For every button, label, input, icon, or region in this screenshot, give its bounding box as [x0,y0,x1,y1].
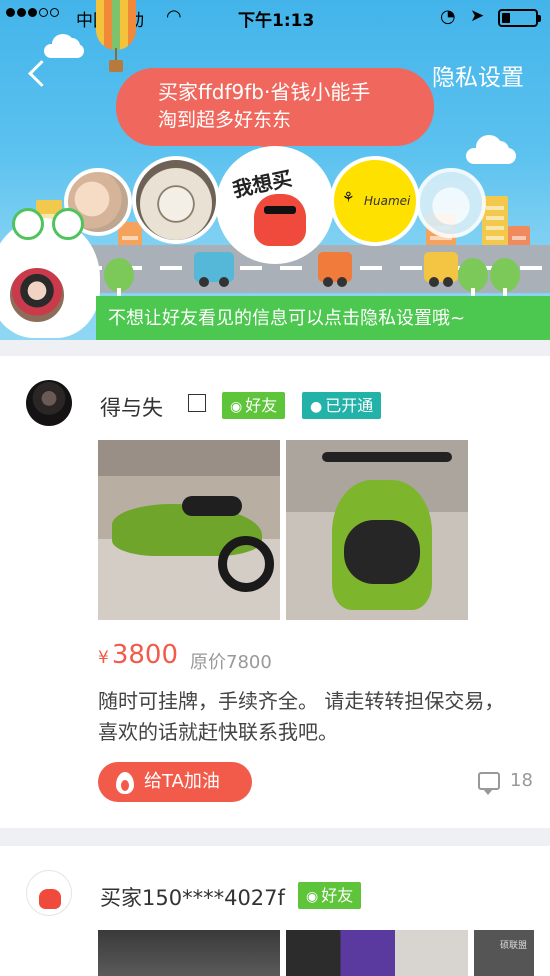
battery-icon [498,9,541,27]
bubble-subtitle: 淘到超多好东东 [158,109,292,131]
interest-avatar-wantbuy[interactable]: 我想买 [216,146,334,264]
wechat-icon: ◉ [230,399,243,415]
friend-badge-label: 好友 [321,886,354,905]
checkbox-icon [188,394,206,412]
listing-photo[interactable] [98,440,280,620]
signal-strength-icon [6,8,59,17]
listing-photo[interactable] [286,930,468,976]
flame-icon [116,772,134,794]
brand-mark-icon: ⚘ [342,190,355,206]
photo-watermark: 硕联盟 [500,941,528,951]
friend-badge-label: 好友 [245,396,278,415]
listing-card[interactable]: 得与失 ◉ 好友 ● 已开通 ¥3800 原价7800 随时可挂牌，手续齐全。 请走… [0,356,550,828]
interest-avatar-bear[interactable] [416,168,486,238]
privacy-settings-button[interactable]: 隐私设置 [432,58,524,92]
original-price: 原价7800 [190,652,272,673]
comment-count: 18 [510,770,533,791]
title-speech-bubble: 买家ffdf9fb·省钱小能手 淘到超多好东东 [116,68,434,160]
back-button[interactable] [24,56,54,90]
currency-symbol: ¥ [98,648,109,668]
seller-name[interactable]: 得与失 [100,392,163,422]
hot-air-balloon-illustration [96,0,136,76]
listing-description: 随时可挂牌，手续齐全。 请走转转担保交易，喜欢的话就赶快联系我吧。 [98,689,505,744]
status-bar: 中国移动 ◠ 下午1:13 ◔ ➤ [0,0,550,36]
sunglasses-icon [264,206,296,214]
seller-avatar[interactable] [26,380,72,426]
wechat-icon: ◉ [306,889,319,905]
activated-badge-label: 已开通 [325,396,374,415]
cloud-decoration [466,135,516,164]
interest-avatar-watch[interactable] [132,156,220,244]
battery-fill [502,13,510,23]
bus-illustration [194,252,234,287]
comment-icon[interactable] [478,772,500,795]
mascot-icon [254,194,306,246]
profile-header: 中国移动 ◠ 下午1:13 ◔ ➤ 隐私设置 买家ffdf9fb·省钱小能手 淘… [0,0,550,340]
activated-badge: ● 已开通 [302,392,382,419]
listing-card[interactable]: 买家150****4027f ◉ 好友 硕联盟 [0,846,550,976]
friend-badge: ◉ 好友 [222,392,286,419]
price-value: 3800 [111,640,178,670]
brand-logo-text: Huamei [364,194,411,208]
listing-photo[interactable] [286,440,468,620]
listing-photo[interactable] [98,930,280,976]
status-time: 下午1:13 [238,11,315,31]
car-illustration [424,252,458,287]
friend-badge: ◉ 好友 [298,882,362,909]
interest-avatar-brand[interactable]: ⚘ Huamei [330,156,420,246]
wifi-icon: ◠ [166,6,182,27]
location-icon: ➤ [470,6,485,26]
listing-price: ¥3800 [98,640,178,670]
rotation-lock-icon: ◔ [440,6,456,27]
privacy-hint-text: 不想让好友看见的信息可以点击隐私设置哦~ [108,308,466,329]
bubble-title: 买家ffdf9fb·省钱小能手 [158,80,371,104]
user-avatar[interactable] [8,266,66,324]
droplet-icon: ● [310,399,323,415]
truck-illustration [318,252,352,287]
seller-name[interactable]: 买家150****4027f [100,882,285,912]
listing-photo[interactable]: 硕联盟 [474,930,534,976]
cheer-button[interactable]: 给TA加油 [98,762,252,802]
seller-avatar[interactable] [26,870,72,916]
cheer-button-label: 给TA加油 [144,771,220,792]
